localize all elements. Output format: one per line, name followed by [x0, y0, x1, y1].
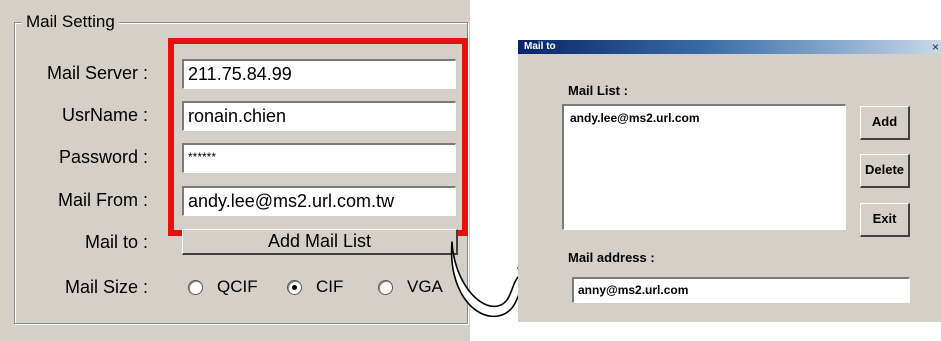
mail-size-label: Mail Size : [64, 277, 148, 297]
close-icon[interactable]: × [932, 40, 939, 54]
dialog-titlebar: Mail to × [518, 40, 941, 54]
size-option-label: CIF [316, 277, 344, 296]
mail-server-label: Mail Server : [46, 63, 148, 83]
size-option-label: VGA [407, 277, 443, 296]
size-option-label: QCIF [217, 277, 258, 296]
delete-button[interactable]: Delete [860, 154, 910, 188]
radio-button-selected[interactable] [287, 279, 302, 295]
mail-to-dialog: Mail to × Mail List : andy.lee@ms2.url.c… [518, 40, 941, 322]
mail-setting-title: Mail Setting [22, 12, 119, 32]
add-button[interactable]: Add [860, 106, 910, 140]
mail-to-label: Mail to : [84, 232, 148, 252]
username-label: UsrName : [61, 105, 148, 125]
mail-server-input[interactable]: 211.75.84.99 [182, 59, 456, 89]
mail-address-input[interactable]: anny@ms2.url.com [572, 277, 910, 303]
password-label: Password : [58, 147, 148, 167]
mail-from-label: Mail From : [58, 190, 148, 210]
mail-list-box[interactable]: andy.lee@ms2.url.com [562, 104, 846, 230]
list-item[interactable]: andy.lee@ms2.url.com [570, 110, 839, 126]
exit-button[interactable]: Exit [860, 203, 910, 237]
radio-button[interactable] [378, 279, 393, 295]
mail-address-label: Mail address : [568, 250, 655, 265]
add-mail-list-button[interactable]: Add Mail List [182, 229, 458, 255]
mail-setting-panel: Mail Setting Mail Server : 211.75.84.99 … [0, 0, 470, 341]
radio-button[interactable] [188, 279, 203, 295]
size-option-qcif[interactable]: QCIF [188, 277, 258, 297]
password-input[interactable]: ****** [182, 143, 456, 173]
username-input[interactable]: ronain.chien [182, 101, 456, 131]
size-option-cif[interactable]: CIF [287, 277, 343, 297]
mail-list-label: Mail List : [568, 83, 628, 98]
dialog-title: Mail to [524, 41, 556, 52]
mail-from-input[interactable]: andy.lee@ms2.url.com.tw [182, 186, 456, 216]
size-option-vga[interactable]: VGA [378, 277, 443, 297]
